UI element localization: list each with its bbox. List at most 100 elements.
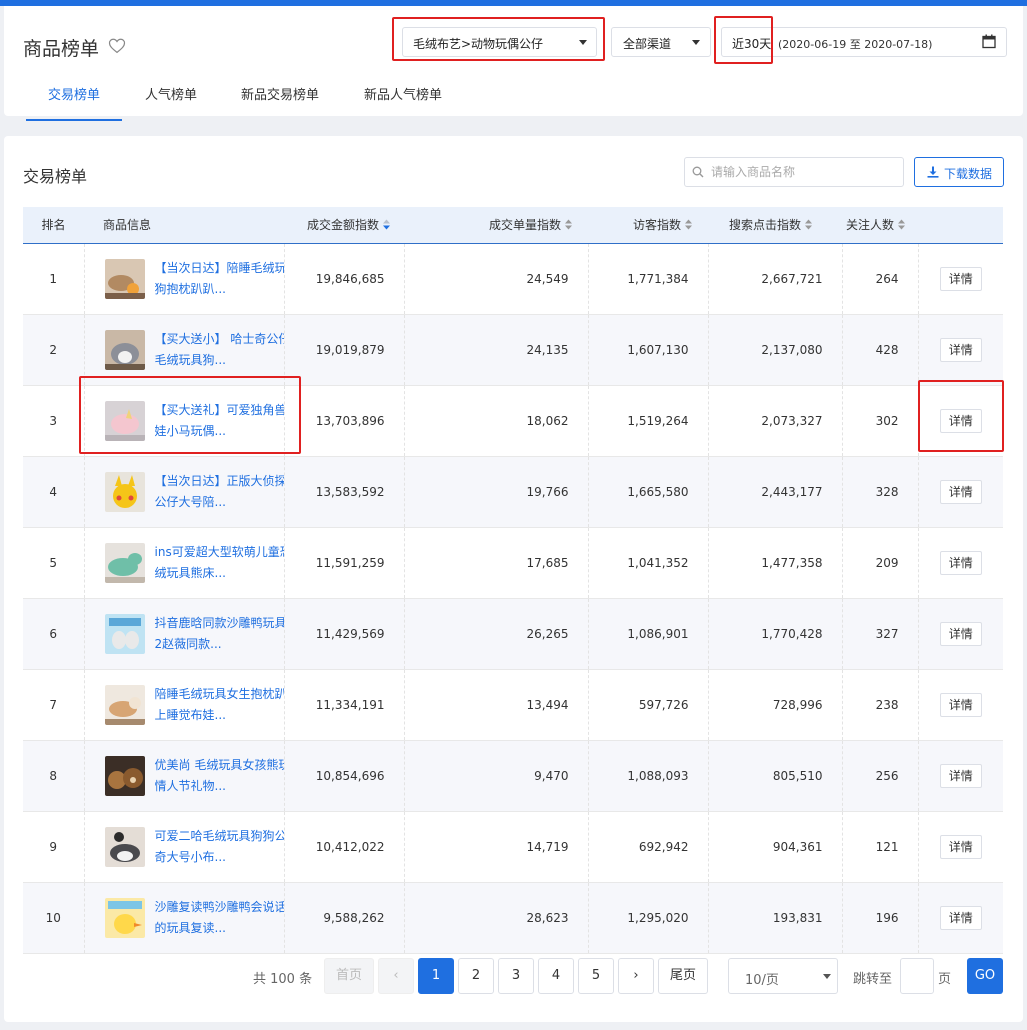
sort-icon [898,219,906,230]
product-name-link[interactable]: 【买大送小】 哈士奇公仔 毛绒玩具狗... [155,329,284,371]
jump-page-input[interactable] [900,958,934,994]
visitor-index-cell: 1,665,580 [588,456,709,527]
followers-cell: 238 [842,669,919,740]
product-cell: 优美尚 毛绒玩具女孩熊玩 情人节礼物... [84,740,285,811]
page-button[interactable]: 2 [458,958,494,994]
product-search[interactable] [684,157,904,187]
next-page-button[interactable]: › [618,958,654,994]
product-name-link[interactable]: 可爱二哈毛绒玩具狗狗公 奇大号小布... [155,826,284,868]
tab-new-trade[interactable]: 新品交易榜单 [230,88,330,122]
product-thumbnail[interactable] [104,613,145,654]
table-row: 2 【买大送小】 哈士奇公仔 毛绒玩具狗... 19,019,879 24,135… [23,314,1003,385]
page-button[interactable]: 3 [498,958,534,994]
prev-page-button[interactable]: ‹ [378,958,414,994]
date-range-preset[interactable]: 近30天 [732,35,771,52]
table-row: 6 抖音鹿晗同款沙雕鸭玩具 2赵薇同款... 11,429,569 26,265 … [23,598,1003,669]
product-name-link[interactable]: 优美尚 毛绒玩具女孩熊玩 情人节礼物... [155,755,284,797]
product-cell: 【当次日达】正版大侦探 公仔大号陪... [84,456,285,527]
product-name-link[interactable]: 【当次日达】正版大侦探 公仔大号陪... [155,471,284,513]
product-thumbnail[interactable] [104,755,145,796]
table-row: 1 【当次日达】陪睡毛绒玩 狗抱枕趴趴... 19,846,685 24,549 … [23,243,1003,314]
product-name-link[interactable]: 抖音鹿晗同款沙雕鸭玩具 2赵薇同款... [155,613,284,655]
product-thumbnail[interactable] [104,471,145,512]
page-size-select[interactable]: 10/页 [728,958,838,994]
detail-button[interactable]: 详情 [939,905,982,930]
chevron-down-icon [823,974,831,979]
detail-button[interactable]: 详情 [939,550,982,575]
go-button[interactable]: GO [967,958,1003,994]
category-select-value: 毛绒布艺>动物玩偶公仔 [413,37,544,51]
detail-button[interactable]: 详情 [939,763,982,788]
tab-new-popularity[interactable]: 新品人气榜单 [353,88,453,122]
product-thumbnail[interactable] [104,542,145,583]
detail-button[interactable]: 详情 [939,621,982,646]
download-data-button[interactable]: 下载数据 [914,157,1004,187]
product-thumbnail[interactable] [104,684,145,725]
visitor-index-cell: 597,726 [588,669,709,740]
tab-trade[interactable]: 交易榜单 [26,88,122,122]
amount-index-cell: 10,854,696 [284,740,405,811]
product-cell: ins可爱超大型软萌儿童恐 绒玩具熊床... [84,527,285,598]
channel-select[interactable]: 全部渠道 [611,27,711,57]
detail-button[interactable]: 详情 [939,834,982,859]
category-select[interactable]: 毛绒布艺>动物玩偶公仔 [402,27,597,57]
column-header-amount[interactable]: 成交金额指数 [284,207,404,243]
search-index-cell: 1,770,428 [708,598,843,669]
action-cell: 详情 [918,456,1003,527]
order-index-cell: 28,623 [404,882,589,953]
sort-icon [805,219,813,230]
tab-popularity[interactable]: 人气榜单 [131,88,211,122]
product-name-link[interactable]: 【买大送礼】可爱独角兽 娃小马玩偶... [155,400,284,442]
heart-icon[interactable] [108,37,126,55]
column-header-followers[interactable]: 关注人数 [842,207,918,243]
product-name-link[interactable]: 陪睡毛绒玩具女生抱枕趴 上睡觉布娃... [155,684,284,726]
order-index-cell: 17,685 [404,527,589,598]
table-row: 7 陪睡毛绒玩具女生抱枕趴 上睡觉布娃... 11,334,191 13,494 … [23,669,1003,740]
detail-button[interactable]: 详情 [939,692,982,717]
visitor-index-cell: 1,088,093 [588,740,709,811]
date-range-dates: (2020-06-19 至 2020-07-18) [778,38,933,51]
detail-button[interactable]: 详情 [939,337,982,362]
followers-cell: 328 [842,456,919,527]
column-header-search[interactable]: 搜索点击指数 [708,207,842,243]
product-thumbnail[interactable] [104,897,145,938]
page-title: 商品榜单 [23,38,100,60]
page-button[interactable]: 1 [418,958,454,994]
action-cell: 详情 [918,314,1003,385]
header-card: 商品榜单 毛绒布艺>动物玩偶公仔 全部渠道 近30天 (2020-06-19 至… [4,6,1023,121]
order-index-cell: 14,719 [404,811,589,882]
calendar-icon[interactable] [982,34,996,49]
product-thumbnail[interactable] [104,826,145,867]
column-header-orders[interactable]: 成交单量指数 [404,207,588,243]
visitor-index-cell: 1,295,020 [588,882,709,953]
product-thumbnail[interactable] [104,329,145,370]
search-input[interactable] [711,161,897,183]
product-name-link[interactable]: 【当次日达】陪睡毛绒玩 狗抱枕趴趴... [155,258,284,300]
search-index-cell: 805,510 [708,740,843,811]
table-row: 10 沙雕复读鸭沙雕鸭会说话 的玩具复读... 9,588,262 28,623 … [23,882,1003,953]
table-row: 8 优美尚 毛绒玩具女孩熊玩 情人节礼物... 10,854,696 9,470 … [23,740,1003,811]
detail-button[interactable]: 详情 [939,408,982,433]
rank-cell: 6 [23,598,85,669]
detail-button[interactable]: 详情 [939,479,982,504]
page-button[interactable]: 5 [578,958,614,994]
order-index-cell: 19,766 [404,456,589,527]
sort-icon [685,219,693,230]
detail-button[interactable]: 详情 [939,266,982,291]
download-data-label: 下载数据 [944,167,993,181]
date-range-picker[interactable]: 近30天 (2020-06-19 至 2020-07-18) [721,27,1007,57]
product-name-link[interactable]: 沙雕复读鸭沙雕鸭会说话 的玩具复读... [155,897,284,939]
page-button[interactable]: 4 [538,958,574,994]
last-page-button[interactable]: 尾页 [658,958,708,994]
table-row: 5 ins可爱超大型软萌儿童恐 绒玩具熊床... 11,591,259 17,68… [23,527,1003,598]
product-name-link[interactable]: ins可爱超大型软萌儿童恐 绒玩具熊床... [155,542,284,584]
first-page-button[interactable]: 首页 [324,958,374,994]
product-thumbnail[interactable] [104,258,145,299]
ranking-panel: 交易榜单 下载数据 排名 商品信息 成交金额指数 成交单量指数 访客指数 [4,136,1023,1022]
product-thumbnail[interactable] [104,400,145,441]
channel-select-value: 全部渠道 [623,37,672,51]
order-index-cell: 18,062 [404,385,589,456]
column-header-visitors[interactable]: 访客指数 [588,207,708,243]
action-cell: 详情 [918,882,1003,953]
search-index-cell: 904,361 [708,811,843,882]
